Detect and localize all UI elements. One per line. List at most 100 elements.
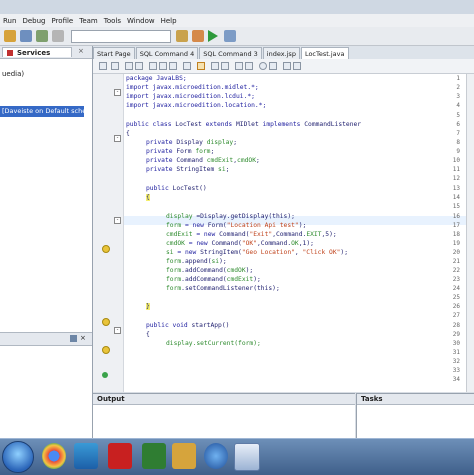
forward-icon[interactable] [135, 62, 143, 70]
start-macro-icon[interactable] [259, 62, 267, 70]
code-line: si = new StringItem("Geo Location", "Cli… [166, 249, 349, 256]
netbeans-icon[interactable] [234, 443, 260, 471]
tab-output[interactable]: Output [93, 394, 355, 405]
fold-toggle[interactable]: - [114, 135, 121, 142]
code-line: private Command cmdExit,cmdOK; [146, 157, 260, 164]
word-icon[interactable] [172, 443, 196, 469]
tab-index-jsp[interactable]: index.jsp [262, 47, 300, 59]
close-icon[interactable]: × [78, 47, 84, 55]
start-orb-icon[interactable] [2, 441, 34, 473]
new-file-icon[interactable] [4, 30, 16, 42]
chrome-icon[interactable] [42, 443, 66, 469]
menu-tools[interactable]: Tools [101, 17, 124, 25]
run-icon[interactable] [208, 30, 218, 42]
menu-bar: Run Debug Profile Team Tools Window Help [0, 14, 474, 28]
tree-item-partial[interactable]: uedia) [2, 70, 24, 78]
code-line: { [146, 194, 150, 201]
shift-left-icon[interactable] [235, 62, 243, 70]
code-line: form = new Form("Location Api test"); [166, 222, 307, 229]
navigator-panel-header: × [0, 332, 92, 346]
services-panel-header: Services × [0, 46, 92, 59]
code-line: public LocTest() [146, 185, 207, 192]
menu-debug[interactable]: Debug [19, 17, 48, 25]
find-next-icon[interactable] [169, 62, 177, 70]
code-line: form.append(si); [166, 258, 227, 265]
code-line: public class LocTest extends MIDlet impl… [126, 121, 362, 128]
services-panel: Services × uedia) [Daveiste on Default s… [0, 46, 93, 438]
source-view-icon[interactable] [99, 62, 107, 70]
toggle-highlight-icon[interactable] [183, 62, 191, 70]
fold-toggle[interactable]: - [114, 327, 121, 334]
back-icon[interactable] [125, 62, 133, 70]
tree-item-selected-schema[interactable]: [Daveiste on Default schema] [0, 106, 84, 117]
code-line: } [146, 303, 150, 310]
lightbulb-hint-icon[interactable] [102, 318, 110, 326]
find-icon[interactable] [149, 62, 157, 70]
lightbulb-hint-icon[interactable] [102, 346, 110, 354]
code-line: { [126, 130, 130, 137]
code-line: display =Display.getDisplay(this); [166, 213, 295, 220]
media-player-icon[interactable] [204, 443, 228, 469]
editor-vertical-scrollbar[interactable] [466, 74, 474, 392]
code-line: display.setCurrent(form); [166, 340, 261, 347]
tab-loctest-java[interactable]: LocTest.java [300, 47, 349, 59]
shift-right-icon[interactable] [245, 62, 253, 70]
fold-toggle[interactable]: - [114, 217, 121, 224]
code-line: private StringItem si; [146, 166, 230, 173]
code-line: package JavaLBS; [126, 75, 187, 82]
lightbulb-hint-icon[interactable] [102, 245, 110, 253]
code-line: cmdOK = new Command("OK",Command.OK,1); [166, 240, 314, 247]
next-bookmark-icon[interactable] [221, 62, 229, 70]
code-line: cmdExit = new Command("Exit",Command.EXI… [166, 231, 337, 238]
clean-build-icon[interactable] [192, 30, 204, 42]
config-dropdown[interactable] [71, 30, 171, 43]
tab-services[interactable]: Services [2, 47, 72, 57]
output-panel: Output [93, 393, 355, 439]
code-line: form.addCommand(cmdOK); [166, 267, 254, 274]
pdf-reader-icon[interactable] [108, 443, 132, 469]
menu-window[interactable]: Window [124, 17, 158, 25]
code-line: form.setCommandListener(this); [166, 285, 280, 292]
tasks-panel: Tasks [356, 393, 474, 439]
line-number-gutter [93, 74, 124, 392]
previous-bookmark-icon[interactable] [211, 62, 219, 70]
undo-icon[interactable] [52, 30, 64, 42]
stop-macro-icon[interactable] [269, 62, 277, 70]
tab-sql-command-4[interactable]: SQL Command 4 [135, 47, 199, 59]
history-icon[interactable] [111, 62, 119, 70]
code-line: import javax.microedition.lcdui.*; [126, 93, 255, 100]
find-previous-icon[interactable] [159, 62, 167, 70]
code-line: private Form form; [146, 148, 215, 155]
menu-run[interactable]: Run [0, 17, 19, 25]
code-line: form.addCommand(cmdExit); [166, 276, 261, 283]
code-line: import javax.microedition.midlet.*; [126, 84, 259, 91]
spreadsheet-icon[interactable] [142, 443, 166, 469]
tab-sql-command-3[interactable]: SQL Command 3 [199, 47, 262, 59]
fold-toggle[interactable]: - [114, 89, 121, 96]
code-line: public void startApp() [146, 322, 230, 329]
menu-team[interactable]: Team [76, 17, 101, 25]
menu-profile[interactable]: Profile [48, 17, 76, 25]
uncomment-icon[interactable] [293, 62, 301, 70]
code-line: import javax.microedition.location.*; [126, 102, 267, 109]
override-marker-icon[interactable] [102, 372, 108, 378]
minimize-icon[interactable] [70, 335, 77, 342]
comment-icon[interactable] [283, 62, 291, 70]
window-title-bar [0, 0, 474, 15]
editor-tab-strip: Start Page SQL Command 4 SQL Command 3 i… [93, 46, 474, 60]
toggle-bookmark-icon[interactable] [197, 62, 205, 70]
tab-start-page[interactable]: Start Page [93, 47, 135, 59]
save-icon[interactable] [36, 30, 48, 42]
debug-icon[interactable] [224, 30, 236, 42]
code-line: private Display display; [146, 139, 238, 146]
editor-toolbar [93, 59, 474, 74]
code-editor: Start Page SQL Command 4 SQL Command 3 i… [93, 46, 474, 392]
open-project-icon[interactable] [20, 30, 32, 42]
code-line: { [146, 331, 150, 338]
close-icon[interactable]: × [80, 334, 86, 342]
build-icon[interactable] [176, 30, 188, 42]
menu-help[interactable]: Help [158, 17, 180, 25]
skype-icon[interactable] [74, 443, 98, 469]
code-text[interactable]: package JavaLBS; import javax.microediti… [126, 74, 474, 392]
tab-tasks[interactable]: Tasks [357, 394, 474, 405]
